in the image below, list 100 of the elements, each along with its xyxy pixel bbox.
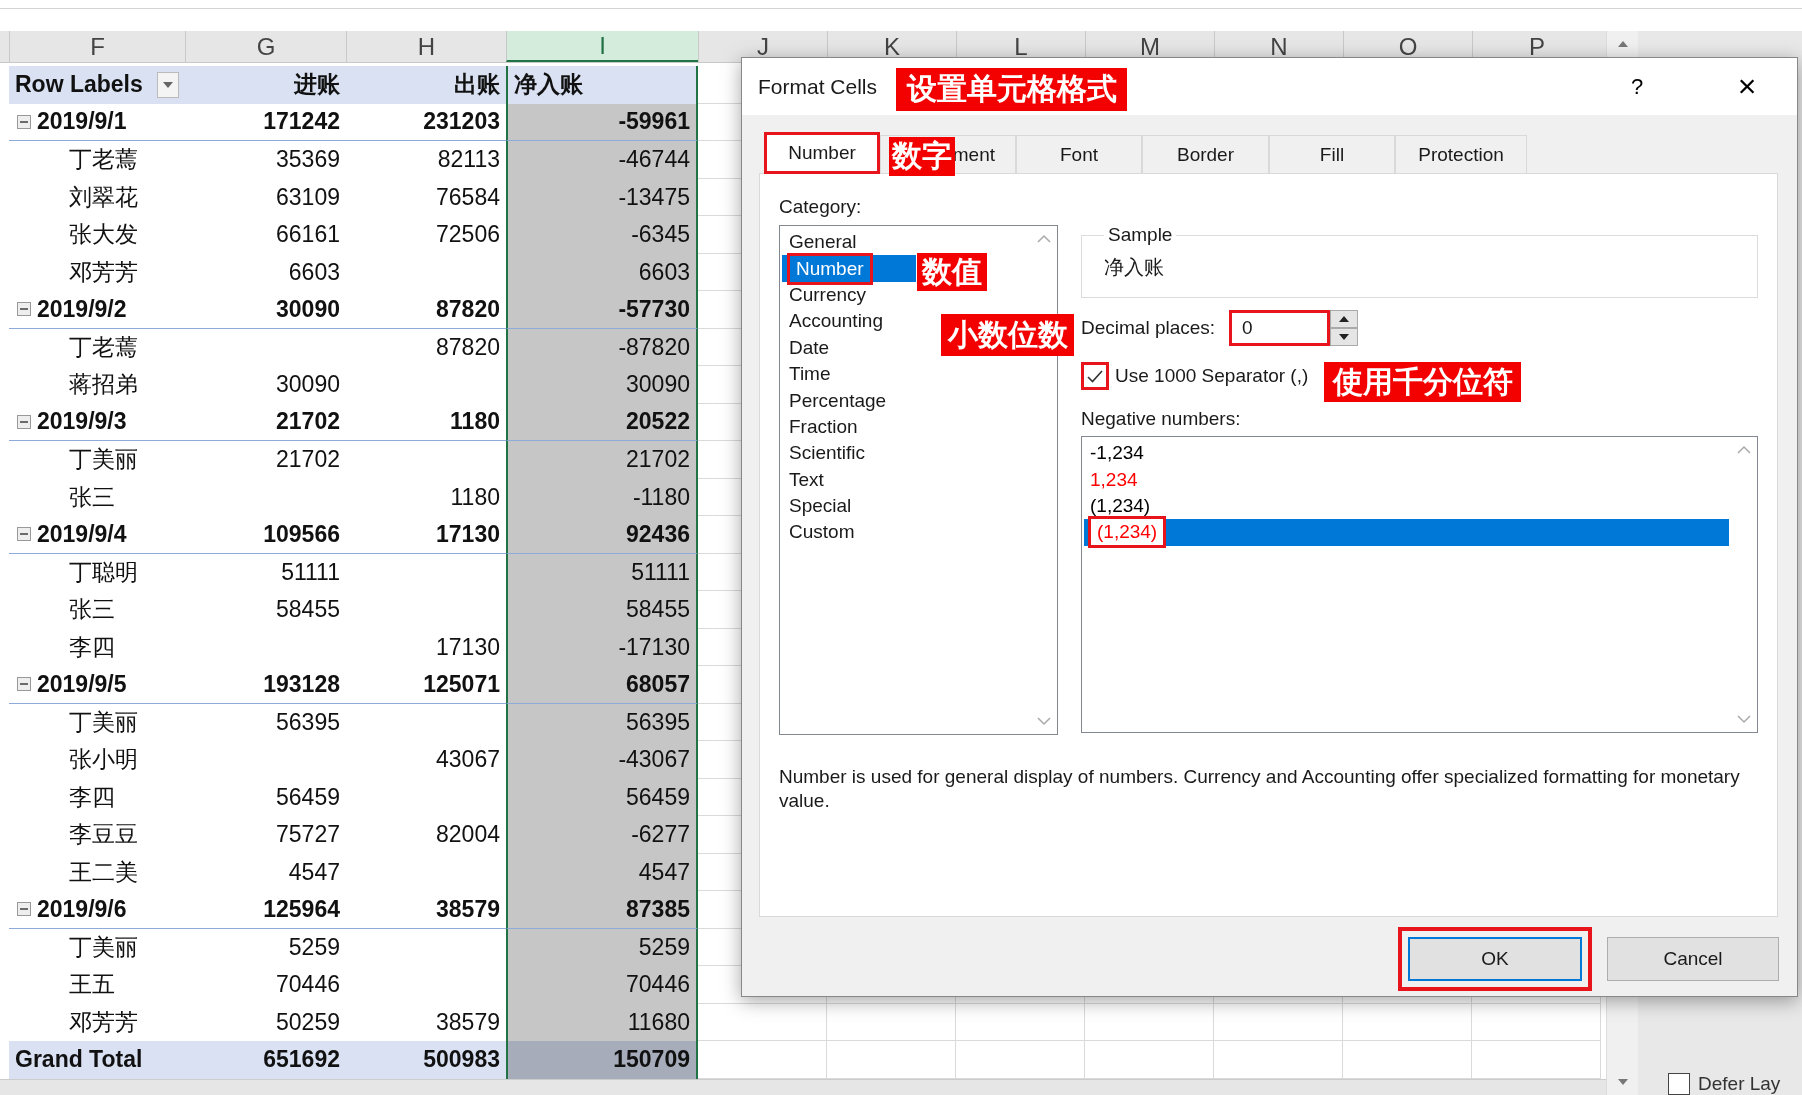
table-cell: 150709	[506, 1041, 698, 1079]
table-cell: 70446	[506, 966, 698, 1004]
row-label: 丁聪明	[69, 557, 138, 587]
triangle-up-icon	[1616, 40, 1629, 48]
annotation-label: 设置单元格格式	[896, 68, 1127, 111]
table-cell: 30090	[506, 366, 698, 404]
table-cell-text: 5259	[287, 932, 341, 962]
collapse-icon[interactable]	[17, 902, 31, 917]
group-label: 2019/9/6	[37, 895, 127, 923]
table-cell: 92436	[506, 516, 698, 554]
tab[interactable]: Protection	[1395, 135, 1527, 173]
row-label: 李豆豆	[69, 820, 138, 850]
table-cell-text: 72506	[435, 220, 501, 250]
row-labels-header: Row Labels	[15, 71, 143, 99]
list-item[interactable]: -1,234	[1088, 442, 1146, 465]
collapse-icon[interactable]	[17, 527, 31, 542]
negative-numbers-list[interactable]: -1,234 1,234 (1,234) (1,234)	[1081, 436, 1758, 733]
table-cell: 56395	[506, 703, 698, 741]
annotation-label: 小数位数	[941, 314, 1074, 356]
table-cell-text: 21702	[275, 445, 341, 475]
tab[interactable]: Font	[1016, 135, 1142, 173]
table-cell-text: 63109	[275, 182, 341, 212]
row-label: 李四	[69, 782, 115, 812]
list-item[interactable]: Scientific	[782, 440, 916, 467]
table-cell: 87385	[506, 891, 698, 929]
table-cell-text: 6603	[287, 257, 341, 287]
list-item[interactable]: (1,234)	[1088, 516, 1167, 549]
field-label: Category:	[779, 196, 863, 218]
list-item[interactable]: Percentage	[782, 387, 916, 414]
table-cell-text: 58455	[275, 595, 341, 625]
collapse-icon[interactable]	[17, 114, 31, 129]
column-header[interactable]: G	[185, 31, 346, 62]
list-item[interactable]: Custom	[782, 519, 916, 546]
ok-button[interactable]: OK	[1398, 927, 1592, 991]
row-label: 蒋招弟	[69, 370, 138, 400]
help-button[interactable]: ?	[1607, 66, 1667, 107]
table-cell: 171242	[185, 103, 346, 141]
column-header[interactable]: F	[9, 31, 185, 62]
row-label: 丁美丽	[69, 932, 138, 962]
collapse-icon[interactable]	[17, 302, 31, 317]
list-item[interactable]: Date	[782, 334, 916, 361]
column-header[interactable]: I	[506, 31, 698, 62]
list-item[interactable]: Accounting	[782, 308, 916, 335]
field-label: Negative numbers:	[1081, 408, 1242, 430]
table-cell: 58455	[506, 591, 698, 629]
cancel-button[interactable]: Cancel	[1607, 937, 1779, 981]
field-label: Decimal places:	[1081, 317, 1216, 339]
list-item[interactable]: General	[782, 229, 916, 256]
group-label: Sample	[1107, 224, 1174, 246]
annotation-label: 使用千分位符	[1324, 362, 1521, 402]
table-cell-text: 35369	[275, 145, 341, 175]
table-cell: 5259	[506, 928, 698, 966]
table-cell: 21702	[185, 403, 346, 441]
table-cell-text: 82004	[435, 820, 501, 850]
annotation-label: 数值	[917, 253, 987, 291]
list-item[interactable]: Number	[782, 255, 916, 282]
group-label: 2019/9/1	[37, 108, 127, 136]
table-cell-text: 50259	[275, 1007, 341, 1037]
list-item[interactable]: (1,234)	[1088, 494, 1153, 517]
table-cell: 30090	[185, 291, 346, 329]
input-field[interactable]: 0	[1229, 310, 1331, 346]
table-cell-text: 30090	[275, 370, 341, 400]
check-icon	[1087, 369, 1103, 383]
table-cell: -43067	[506, 741, 698, 779]
close-button[interactable]: ×	[1697, 61, 1797, 112]
tab[interactable]: Border	[1142, 135, 1269, 173]
list-item[interactable]: Currency	[782, 281, 916, 309]
checkbox[interactable]	[1081, 362, 1109, 390]
group-label: 2019/9/2	[37, 295, 127, 323]
list-item[interactable]: Time	[782, 360, 916, 388]
row-label: 李四	[69, 632, 115, 662]
table-cell: -1180	[506, 478, 698, 516]
table-cell-text: 51111	[280, 557, 341, 587]
table-cell: -17130	[506, 628, 698, 666]
tab[interactable]: Fill	[1269, 135, 1395, 173]
table-cell-text: 38579	[435, 1007, 501, 1037]
table-cell-text: 56459	[275, 782, 341, 812]
list-item[interactable]: Fraction	[782, 413, 916, 441]
list-item[interactable]: Special	[782, 492, 916, 520]
checkbox-label[interactable]: Use 1000 Separator (,)	[1115, 365, 1309, 387]
table-cell: 4547	[506, 853, 698, 891]
table-cell-text: 4547	[287, 857, 341, 887]
list-item[interactable]: Text	[782, 466, 916, 493]
collapse-icon[interactable]	[17, 677, 31, 692]
column-header-cell: 出账	[346, 66, 506, 104]
table-cell: 68057	[506, 666, 698, 704]
row-label: 张三	[69, 595, 115, 625]
list-item[interactable]: 1,234	[1088, 468, 1140, 491]
table-cell: -6345	[506, 216, 698, 254]
collapse-icon[interactable]	[17, 414, 31, 429]
filter-dropdown-button[interactable]	[156, 71, 179, 98]
row-label: 邓芳芳	[69, 257, 138, 287]
checkbox[interactable]	[1668, 1073, 1690, 1095]
table-cell: -59961	[506, 103, 698, 141]
spin-down-button[interactable]	[1330, 328, 1359, 346]
spin-up-button[interactable]	[1330, 310, 1359, 328]
row-label: 丁美丽	[69, 707, 138, 737]
table-cell-text: 82113	[436, 145, 501, 175]
triangle-down-icon	[1339, 334, 1350, 340]
tab[interactable]: Number	[764, 132, 880, 174]
